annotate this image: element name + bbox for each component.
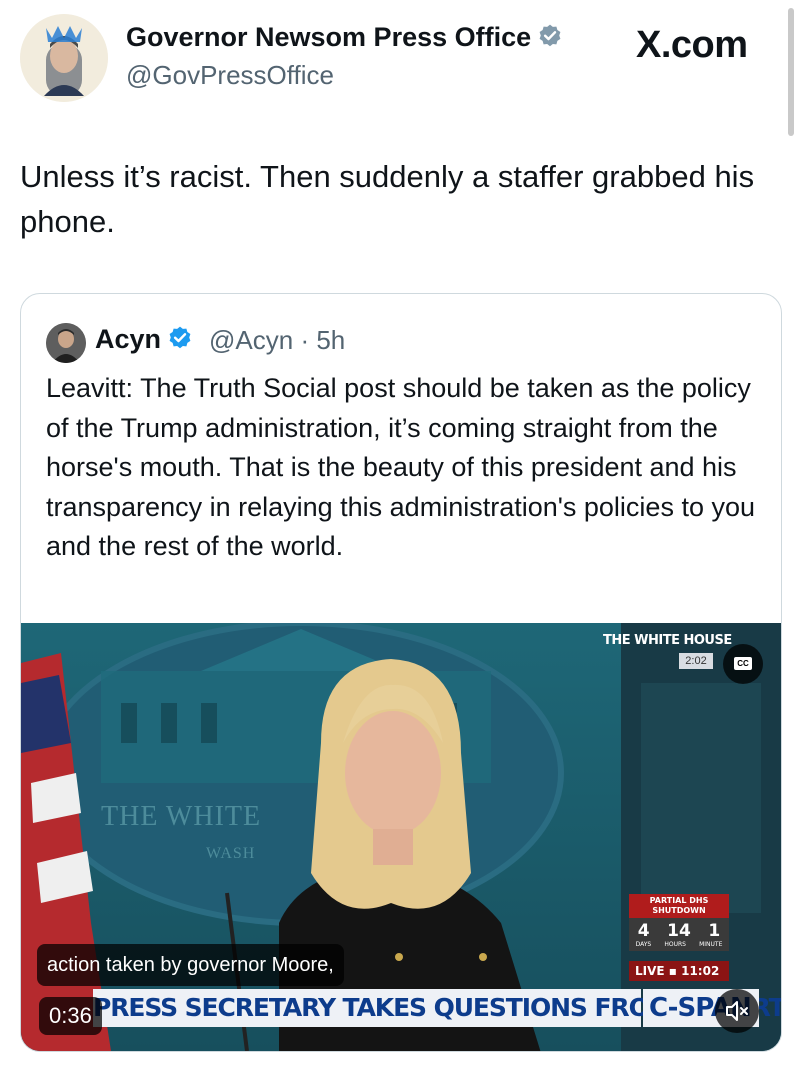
display-name[interactable]: Governor Newsom Press Office [126,22,563,56]
mute-button[interactable] [715,989,759,1033]
video-player[interactable]: THE WHITE WASH THE WHITE HOUSE 2:02 CC P… [21,623,781,1051]
closed-captions-button[interactable]: CC [723,644,763,684]
shutdown-counter: PARTIAL DHS SHUTDOWN 4 14 1 DAYS HOURS M… [629,894,729,951]
cc-icon: CC [734,657,752,670]
live-time: 11:02 [681,964,720,978]
verified-badge-icon [167,325,193,358]
quote-time[interactable]: 5h [316,325,345,355]
quote-handle[interactable]: @Acyn [209,325,293,355]
chyron: PRESS SECRETARY TAKES QUESTIONS FROM REP… [93,989,781,1027]
tweet-text: Unless it’s racist. Then suddenly a staf… [20,159,755,239]
counter-unit-days: DAYS [635,941,652,948]
counter-unit-hours: HOURS [664,941,686,948]
backdrop-text-small: WASH [206,845,256,862]
quote-text: Leavitt: The Truth Social post should be… [46,373,756,561]
counter-unit-minutes: MINUTE [699,941,723,948]
quote-meta: @Acyn · 5h [209,325,345,356]
location-time: 2:02 [679,653,713,669]
counter-days: 4 [637,921,650,941]
scrollbar[interactable] [788,8,794,136]
quote-author-name: Acyn [95,324,162,354]
speaker-muted-icon [725,1000,749,1027]
counter-hours: 14 [667,921,691,941]
handle[interactable]: @GovPressOffice [126,60,334,91]
live-indicator: LIVE ▪ 11:02 [629,961,729,981]
video-caption: action taken by governor Moore, [37,944,344,986]
meta-separator: · [300,325,310,355]
live-label: LIVE [635,964,665,978]
site-label: X.com [636,24,748,66]
counter-minutes: 1 [708,921,721,941]
quote-author[interactable]: Acyn [95,324,193,358]
video-frame [21,623,781,1051]
quote-avatar[interactable] [46,323,86,363]
profile-avatar[interactable] [20,14,108,102]
quoted-tweet-card[interactable]: Acyn @Acyn · 5h Leavitt: The Truth Socia… [20,293,782,1052]
backdrop-text: THE WHITE [101,801,262,832]
video-timestamp: 0:36 [39,997,102,1035]
location-label: THE WHITE HOUSE [603,633,732,648]
verified-badge-icon [537,23,563,56]
counter-title: PARTIAL DHS SHUTDOWN [629,894,729,918]
display-name-text: Governor Newsom Press Office [126,22,532,52]
